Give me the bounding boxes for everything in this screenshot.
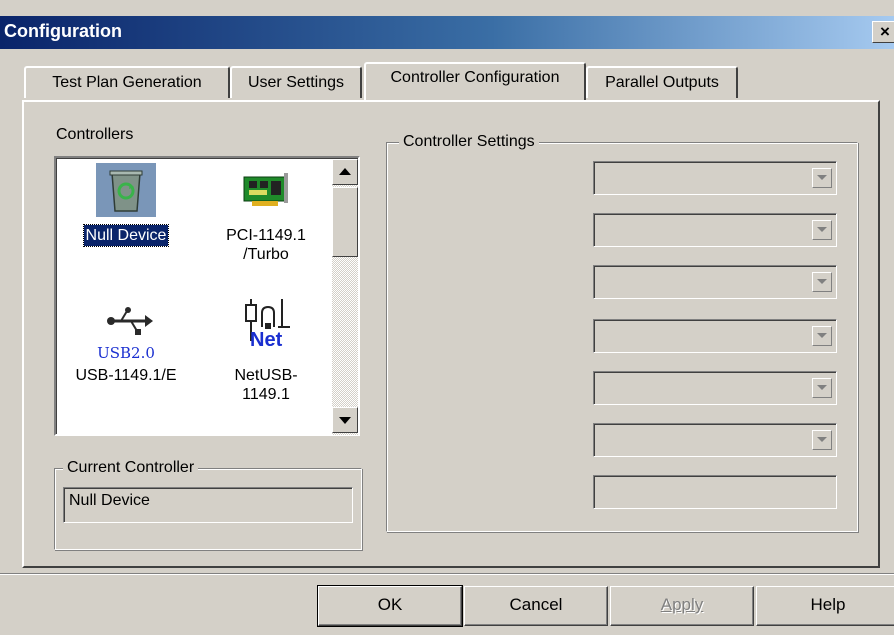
dropdown-button[interactable] [812,430,832,450]
controller-item-usb-1149-1-e[interactable]: USB2.0 USB-1149.1/E [61,303,191,386]
pci-card-icon [240,163,292,217]
recycle-bin-icon [96,163,156,217]
controller-item-label: NetUSB- 1149.1 [234,367,298,403]
usb-icon: USB2.0 [81,303,171,362]
help-button[interactable]: Help [756,586,894,626]
tab-parallel-outputs[interactable]: Parallel Outputs [586,66,738,98]
chevron-down-icon [817,175,827,180]
controller-setting-dropdown-3[interactable] [593,265,837,299]
controller-item-pci-1149-1-turbo[interactable]: PCI-1149.1 /Turbo [203,163,329,265]
close-button[interactable]: × [872,21,894,43]
window-title: Configuration [4,21,122,41]
chevron-down-icon [817,227,827,232]
chevron-down-icon [817,279,827,284]
chevron-down-icon [817,385,827,390]
controllers-scrollbar[interactable] [332,159,358,435]
tab-controller-configuration[interactable]: Controller Configuration [364,62,586,100]
controller-item-null-device[interactable]: Null Device [61,163,191,247]
cancel-button[interactable]: Cancel [464,586,608,626]
controller-item-label: Null Device [82,224,170,247]
apply-button[interactable]: Apply [610,586,754,626]
controller-settings-label: Controller Settings [399,132,539,152]
controller-setting-dropdown-5[interactable] [593,371,837,405]
arrow-up-icon [339,168,351,175]
net-usb-icon: Net [236,297,296,359]
dropdown-button[interactable] [812,168,832,188]
controller-setting-text-field[interactable] [593,475,837,509]
dropdown-button[interactable] [812,272,832,292]
tab-test-plan-generation[interactable]: Test Plan Generation [24,66,230,98]
controller-item-label: PCI-1149.1 /Turbo [226,227,306,263]
tab-user-settings[interactable]: User Settings [230,66,362,98]
dropdown-button[interactable] [812,220,832,240]
chevron-down-icon [817,333,827,338]
tab-label: Parallel Outputs [605,74,719,91]
chevron-down-icon [817,437,827,442]
current-controller-label: Current Controller [63,458,199,478]
arrow-down-icon [339,417,351,424]
scroll-thumb[interactable] [332,187,358,257]
title-bar: Configuration × [0,16,894,49]
controller-settings-group: Controller Settings [386,132,858,532]
current-controller-field: Null Device [63,487,353,523]
tab-label: Test Plan Generation [52,74,202,91]
controller-setting-dropdown-6[interactable] [593,423,837,457]
current-controller-group: Current Controller Null Device [54,458,362,550]
controller-setting-dropdown-2[interactable] [593,213,837,247]
controllers-list-area: Null Device PCI-1149.1 /Turbo USB2.0 USB… [56,158,358,435]
dropdown-button[interactable] [812,326,832,346]
net-icon-text: Net [250,329,283,351]
scroll-down-button[interactable] [332,407,358,433]
usb-icon-text: USB2.0 [97,344,155,362]
controller-setting-dropdown-1[interactable] [593,161,837,195]
controllers-label: Controllers [56,126,134,143]
scroll-up-button[interactable] [332,159,358,185]
controller-item-netusb-1149-1[interactable]: Net NetUSB- 1149.1 [203,297,329,405]
close-icon: × [880,22,890,41]
bottom-separator [0,573,894,575]
controller-item-label: USB-1149.1/E [75,367,177,384]
ok-button[interactable]: OK [317,585,463,627]
tab-label: Controller Configuration [390,69,560,86]
controllers-list[interactable]: Null Device PCI-1149.1 /Turbo USB2.0 USB… [54,156,360,436]
dropdown-button[interactable] [812,378,832,398]
controller-setting-dropdown-4[interactable] [593,319,837,353]
tab-label: User Settings [247,74,345,91]
